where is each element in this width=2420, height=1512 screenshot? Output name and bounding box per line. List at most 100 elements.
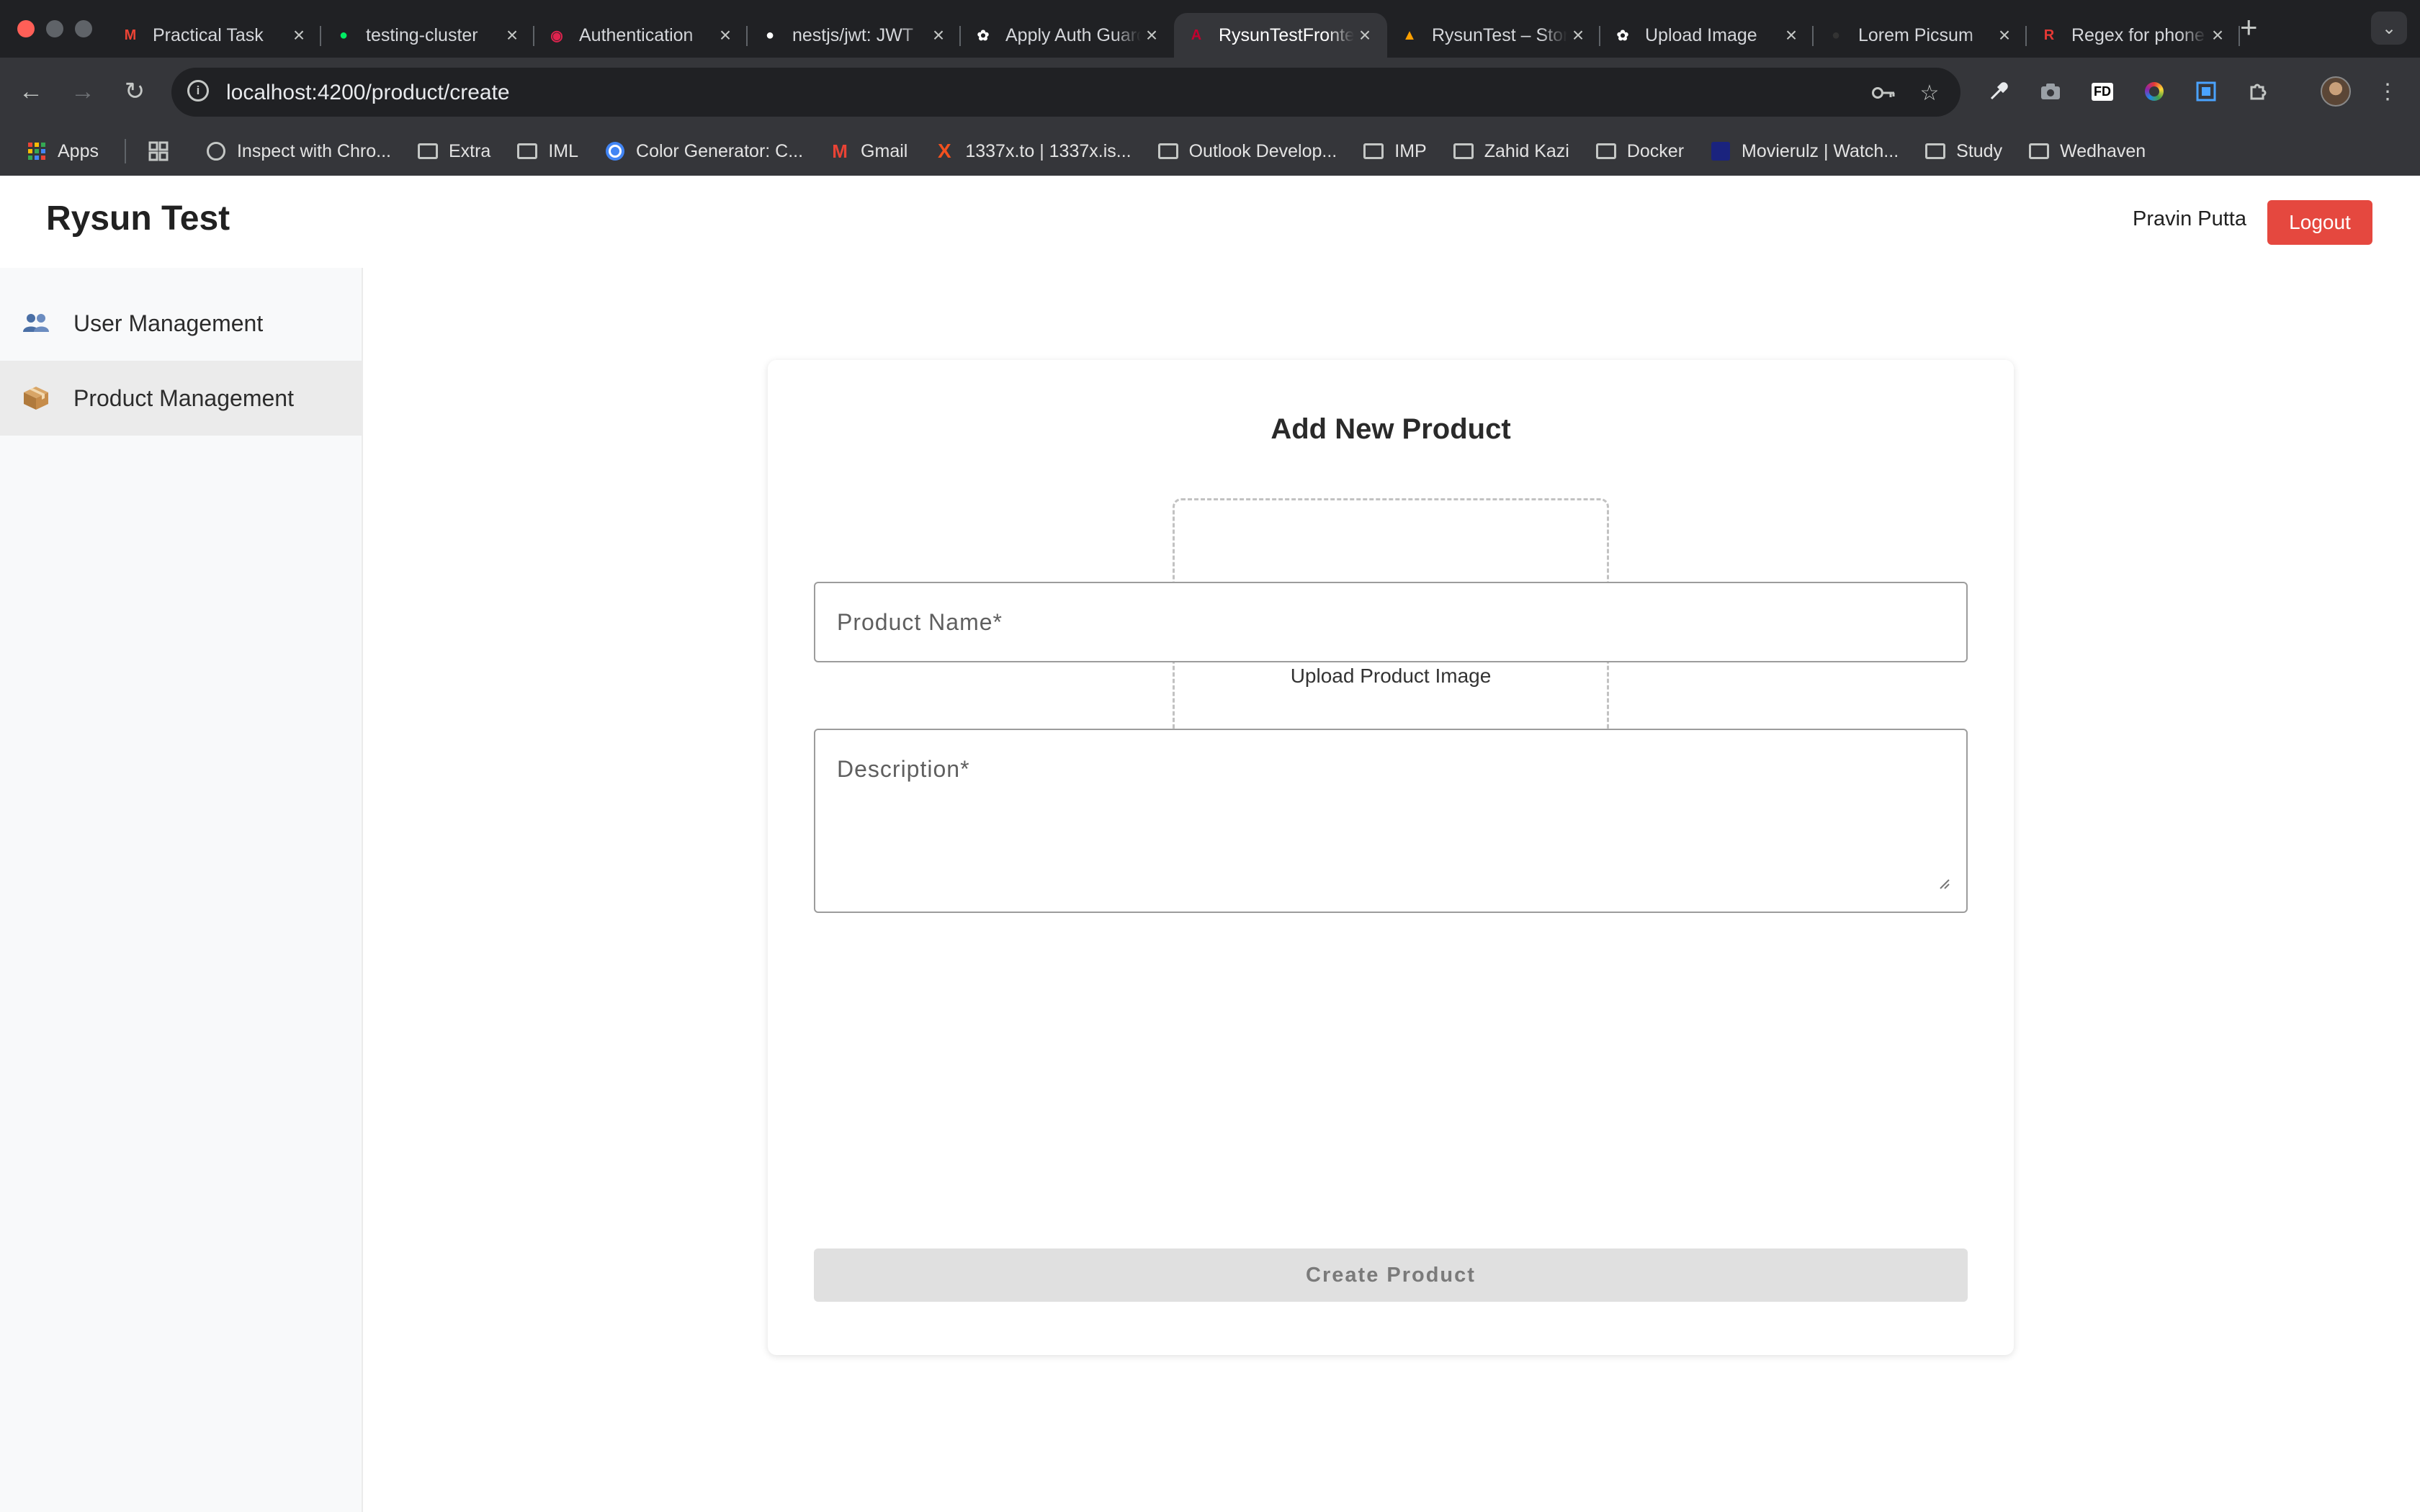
chatgpt-icon: ✿ [1616,27,1629,44]
browser-tab[interactable]: A RysunTestFrontend× [1174,13,1387,58]
browser-tab[interactable]: ▲ RysunTest – Storage× [1387,13,1600,58]
bookmark-label: Wedhaven [2060,140,2146,161]
password-key-icon[interactable] [1865,75,1901,111]
bookmark-label: Apps [58,140,99,161]
bookmark-label: Color Generator: C... [636,140,804,161]
sidebar-item-user-management[interactable]: User Management [0,286,362,361]
folder-icon [1453,142,1474,161]
minimize-window-button[interactable] [46,20,63,37]
picsum-icon: ● [1831,27,1841,43]
close-window-button[interactable] [17,20,35,37]
browser-tab[interactable]: ● testing-cluster × [321,13,534,58]
add-product-card: Add New Product Upload Product Image Pro… [768,360,2014,1355]
forward-button[interactable]: → [65,73,101,109]
back-button[interactable]: ← [13,73,49,109]
address-bar[interactable]: i localhost:4200/product/create ☆ [171,68,1960,117]
close-tab-icon[interactable]: × [714,24,736,47]
bookmark-item[interactable]: Study [1924,141,2002,162]
browser-tab[interactable]: ● Lorem Picsum × [1814,13,2027,58]
1337x-icon: X [938,140,951,162]
profile-avatar-icon[interactable] [2318,73,2354,109]
app-header: Rysun Test Pravin Putta Logout [0,176,2420,268]
bookmark-item[interactable]: M Gmail [829,140,908,162]
apps-grid-icon [26,142,48,161]
browser-menu-icon[interactable]: ⋮ [2370,73,2406,109]
bookmark-item[interactable]: Docker [1595,141,1684,162]
sidebar-item-product-management[interactable]: Product Management [0,361,362,436]
folder-icon [1363,142,1384,161]
description-field[interactable]: Description* [814,729,1968,913]
browser-tab[interactable]: ✿ Upload Image × [1600,13,1814,58]
reload-button[interactable]: ↻ [117,73,153,109]
users-icon [22,310,50,336]
angular-icon: A [1191,27,1202,43]
tab-search-button[interactable]: ⌄ [2371,12,2407,45]
bookmark-item[interactable]: Color Generator: C... [604,141,803,162]
browser-tab[interactable]: ● nestjs/jwt: JWT × [748,13,961,58]
bookmark-item[interactable]: IML [516,141,578,162]
tab-title: RysunTest – Storage [1432,24,1567,45]
upload-label: Upload Product Image [1290,665,1492,687]
sidebar-item-label: User Management [73,310,264,336]
close-tab-icon[interactable]: × [2207,24,2228,47]
bookmark-label: Outlook Develop... [1188,140,1337,161]
bookmark-item[interactable]: Wedhaven [2028,141,2146,162]
bookmark-item[interactable]: Apps [26,141,99,162]
bookmark-label: Inspect with Chro... [236,140,391,161]
tab-groups-icon [148,141,169,161]
close-tab-icon[interactable]: × [1994,24,2015,47]
browser-tab[interactable]: ✿ Apply Auth Guard × [961,13,1174,58]
close-tab-icon[interactable]: × [1780,24,1802,47]
close-tab-icon[interactable]: × [1354,24,1376,47]
bookmark-item[interactable]: Zahid Kazi [1453,141,1569,162]
gmail-icon: M [124,27,137,43]
bookmark-item[interactable]: Extra [417,141,490,162]
bookmark-label: Docker [1626,140,1685,161]
close-tab-icon[interactable]: × [501,24,523,47]
browser-chrome: M Practical Task × ● testing-cluster × ◉ Authen… [0,0,2420,176]
brand-title[interactable]: Rysun Test [46,199,230,238]
extensions-puzzle-icon[interactable] [2240,73,2276,109]
site-info-icon[interactable]: i [187,80,209,102]
movierulz-icon [1710,142,1731,161]
bookmark-star-icon[interactable]: ☆ [1912,75,1948,111]
user-name: Pravin Putta [2133,207,2246,230]
bookmark-label: Gmail [861,140,908,161]
form-title: Add New Product [1270,413,1511,445]
tab-title: RysunTestFrontend [1219,24,1354,45]
eyedropper-extension-icon[interactable] [1981,73,2017,109]
close-tab-icon[interactable]: × [1567,24,1589,47]
product-name-field[interactable]: Product Name* [814,582,1968,662]
new-tab-button[interactable]: + [2240,10,2258,45]
color-generator-icon [604,142,626,161]
close-tab-icon[interactable]: × [288,24,310,47]
logout-button[interactable]: Logout [2267,200,2372,245]
bookmark-label: 1337x.to | 1337x.is... [965,140,1131,161]
maximize-window-button[interactable] [75,20,92,37]
tab-strip: M Practical Task × ● testing-cluster × ◉ Authen… [0,0,2420,58]
browser-tab[interactable]: ◉ Authentication × [534,13,748,58]
resize-handle-icon[interactable] [1937,877,1950,890]
bookmark-item[interactable]: Outlook Develop... [1157,141,1337,162]
browser-tab[interactable]: R Regex for phone × [2027,13,2240,58]
tab-title: Apply Auth Guard [1005,24,1141,45]
bookmark-item[interactable]: X 1337x.to | 1337x.is... [933,140,1131,162]
close-tab-icon[interactable]: × [928,24,949,47]
screenshot-extension-icon[interactable] [2188,73,2224,109]
fd-extension-icon[interactable]: FD [2084,73,2120,109]
bookmark-item[interactable] [148,141,179,161]
github-icon: ● [765,27,775,43]
tab-list: M Practical Task × ● testing-cluster × ◉ Authen… [108,7,2240,58]
bookmark-item[interactable]: Inspect with Chro... [205,141,391,162]
color-ring-extension-icon[interactable] [2136,73,2172,109]
bookmark-item[interactable]: Movierulz | Watch... [1710,141,1899,162]
sidebar: User Management Product Management [0,268,363,1512]
folder-icon [2028,142,2050,161]
url-text[interactable]: localhost:4200/product/create [226,81,510,105]
bookmark-item[interactable]: IMP [1363,141,1427,162]
browser-tab[interactable]: M Practical Task × [108,13,321,58]
tab-title: Authentication [579,24,694,45]
create-product-button[interactable]: Create Product [814,1248,1968,1302]
camera-extension-icon[interactable] [2033,73,2069,109]
close-tab-icon[interactable]: × [1141,24,1162,47]
